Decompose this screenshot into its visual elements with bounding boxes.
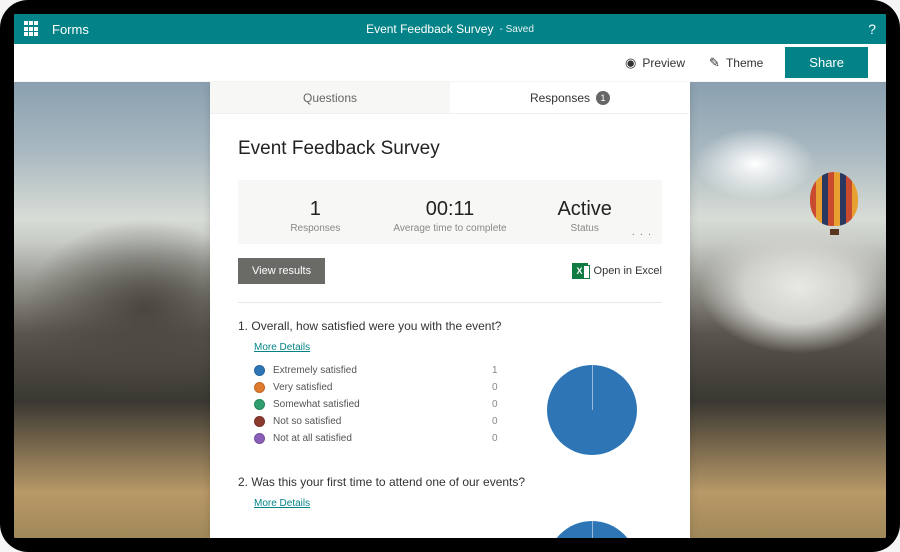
excel-icon: X [572, 263, 588, 279]
balloon-decoration [810, 172, 858, 235]
question-2-body [238, 521, 662, 538]
theme-label: Theme [726, 56, 763, 70]
saved-indicator: - Saved [499, 24, 533, 35]
question-1-title: 1. Overall, how satisfied were you with … [238, 319, 662, 333]
question-1-number: 1. [238, 319, 248, 333]
tab-questions[interactable]: Questions [210, 82, 450, 113]
app-launcher-icon[interactable] [24, 21, 40, 37]
form-card: Questions Responses 1 Event Feedback Sur… [210, 82, 690, 538]
legend-count: 0 [492, 433, 522, 444]
stat-status-value: Active [517, 198, 652, 221]
question-1-body: Extremely satisfied 1 Very satisfied 0 [238, 365, 662, 455]
question-2-more-details[interactable]: More Details [254, 498, 310, 509]
stat-responses-value: 1 [248, 198, 383, 221]
legend-count: 0 [492, 399, 522, 410]
share-label: Share [809, 55, 844, 70]
question-1-legend: Extremely satisfied 1 Very satisfied 0 [254, 365, 522, 455]
question-2-legend [254, 521, 522, 538]
question-2-chart [522, 521, 662, 538]
legend-count: 1 [492, 365, 522, 376]
divider [238, 302, 662, 303]
pie-chart-partial [547, 521, 637, 538]
question-2: 2. Was this your first time to attend on… [238, 475, 662, 538]
question-2-title: 2. Was this your first time to attend on… [238, 475, 662, 489]
question-2-number: 2. [238, 475, 248, 489]
legend-dot [254, 365, 265, 376]
theme-button[interactable]: ✎ Theme [697, 50, 775, 76]
document-title[interactable]: Event Feedback Survey [366, 22, 493, 36]
stats-more-button[interactable]: . . . [632, 226, 652, 238]
question-1: 1. Overall, how satisfied were you with … [238, 319, 662, 455]
pie-chart [547, 365, 637, 455]
legend-row: Very satisfied 0 [254, 382, 522, 393]
stat-avg-time-label: Average time to complete [383, 223, 518, 234]
stat-avg-time-value: 00:11 [383, 198, 518, 221]
legend-dot [254, 433, 265, 444]
stat-responses-label: Responses [248, 223, 383, 234]
form-tabs: Questions Responses 1 [210, 82, 690, 114]
actions-row: View results X Open in Excel [238, 258, 662, 284]
stat-responses: 1 Responses [248, 198, 383, 234]
view-results-button[interactable]: View results [238, 258, 325, 284]
legend-label: Somewhat satisfied [273, 399, 492, 410]
toolbar: ◉ Preview ✎ Theme Share [14, 44, 886, 82]
legend-row: Not at all satisfied 0 [254, 433, 522, 444]
stats-panel: 1 Responses 00:11 Average time to comple… [238, 180, 662, 244]
preview-label: Preview [642, 56, 685, 70]
stat-avg-time: 00:11 Average time to complete [383, 198, 518, 234]
survey-title: Event Feedback Survey [238, 138, 662, 160]
preview-button[interactable]: ◉ Preview [613, 50, 697, 76]
responses-count-badge: 1 [596, 91, 610, 105]
legend-label: Very satisfied [273, 382, 492, 393]
question-1-text: Overall, how satisfied were you with the… [251, 319, 501, 333]
eye-icon: ◉ [625, 55, 636, 71]
tab-responses-label: Responses [530, 91, 590, 105]
legend-count: 0 [492, 382, 522, 393]
open-in-excel-button[interactable]: X Open in Excel [572, 263, 662, 279]
question-1-more-details[interactable]: More Details [254, 342, 310, 353]
document-title-area: Event Feedback Survey - Saved [366, 22, 534, 36]
question-1-chart [522, 365, 662, 455]
legend-count: 0 [492, 416, 522, 427]
legend-dot [254, 382, 265, 393]
share-button[interactable]: Share [785, 47, 868, 78]
screen: Forms Event Feedback Survey - Saved ? ◉ … [14, 14, 886, 538]
app-header: Forms Event Feedback Survey - Saved ? [14, 14, 886, 44]
legend-row: Extremely satisfied 1 [254, 365, 522, 376]
help-icon[interactable]: ? [868, 21, 876, 37]
tab-questions-label: Questions [303, 91, 357, 105]
app-name[interactable]: Forms [52, 22, 89, 37]
legend-dot [254, 399, 265, 410]
legend-dot [254, 416, 265, 427]
legend-label: Not at all satisfied [273, 433, 492, 444]
legend-label: Not so satisfied [273, 416, 492, 427]
open-excel-label: Open in Excel [594, 265, 662, 277]
legend-row: Somewhat satisfied 0 [254, 399, 522, 410]
content-area: Questions Responses 1 Event Feedback Sur… [14, 82, 886, 538]
device-frame: Forms Event Feedback Survey - Saved ? ◉ … [0, 0, 900, 552]
tab-responses[interactable]: Responses 1 [450, 82, 690, 113]
legend-label: Extremely satisfied [273, 365, 492, 376]
palette-icon: ✎ [709, 55, 720, 71]
card-body: Event Feedback Survey 1 Responses 00:11 … [210, 114, 690, 538]
question-2-text: Was this your first time to attend one o… [251, 475, 525, 489]
legend-row: Not so satisfied 0 [254, 416, 522, 427]
